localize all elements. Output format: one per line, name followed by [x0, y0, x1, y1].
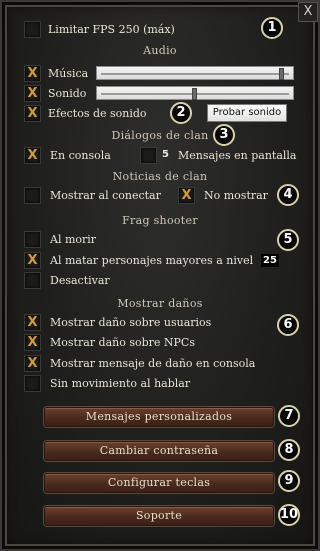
- clan-messages-label: Mensajes en pantalla: [178, 149, 297, 162]
- damage-section-title: Mostrar daños: [117, 297, 203, 310]
- fps-limit-checkbox[interactable]: [24, 21, 41, 38]
- damage-users-checkbox[interactable]: X: [24, 314, 41, 331]
- annotation-badge-7: 7: [278, 405, 300, 427]
- sound-effects-label: Efectos de sonido: [48, 107, 147, 120]
- clan-console-label: En consola: [50, 149, 111, 162]
- damage-users-label: Mostrar daño sobre usuarios: [50, 316, 212, 329]
- close-icon[interactable]: X: [298, 2, 318, 22]
- annotation-badge-3: 3: [213, 124, 235, 146]
- show-on-connect-label: Mostrar al conectar: [50, 189, 161, 202]
- frag-disable-label: Desactivar: [50, 274, 110, 287]
- annotation-badge-4: 4: [277, 184, 299, 206]
- sound-label: Sonido: [48, 87, 87, 100]
- audio-section-title: Audio: [143, 44, 177, 57]
- frag-on-death-checkbox[interactable]: [24, 231, 41, 248]
- frag-on-kill-label: Al matar personajes mayores a nivel: [50, 254, 254, 267]
- no-move-talking-label: Sin movimiento al hablar: [50, 377, 191, 390]
- frag-disable-checkbox[interactable]: [24, 272, 41, 289]
- dont-show-checkbox[interactable]: X: [178, 187, 195, 204]
- frag-level-input[interactable]: 25: [261, 254, 279, 267]
- damage-npcs-checkbox[interactable]: X: [24, 334, 41, 351]
- test-sound-button[interactable]: Probar sonido: [207, 104, 287, 122]
- configure-keys-button[interactable]: Configurar teclas: [44, 473, 274, 493]
- annotation-badge-1: 1: [261, 17, 283, 39]
- damage-console-checkbox[interactable]: X: [24, 355, 41, 372]
- music-label: Música: [48, 67, 89, 80]
- music-checkbox[interactable]: X: [24, 65, 41, 82]
- sound-volume-slider[interactable]: [96, 86, 294, 100]
- clan-dialogs-section-title: Diálogos de clan: [111, 129, 209, 142]
- annotation-badge-10: 10: [278, 504, 300, 526]
- frag-shooter-section-title: Frag shooter: [122, 214, 198, 227]
- support-button[interactable]: Soporte: [44, 506, 274, 526]
- frag-on-death-label: Al morir: [50, 233, 97, 246]
- fps-limit-label: Limitar FPS 250 (máx): [48, 23, 175, 36]
- damage-npcs-label: Mostrar daño sobre NPCs: [50, 336, 195, 349]
- frag-on-kill-checkbox[interactable]: X: [24, 252, 41, 269]
- custom-messages-button[interactable]: Mensajes personalizados: [44, 407, 274, 427]
- clan-message-count[interactable]: 5: [162, 149, 169, 160]
- annotation-badge-5: 5: [277, 229, 299, 251]
- clan-message-count-box[interactable]: [140, 147, 157, 164]
- no-move-talking-checkbox[interactable]: [24, 375, 41, 392]
- clan-console-checkbox[interactable]: X: [24, 147, 41, 164]
- show-on-connect-checkbox[interactable]: [24, 187, 41, 204]
- annotation-badge-2: 2: [170, 102, 192, 124]
- annotation-badge-9: 9: [278, 470, 300, 492]
- dont-show-label: No mostrar: [204, 189, 268, 202]
- annotation-badge-6: 6: [277, 314, 299, 336]
- music-volume-slider[interactable]: [96, 66, 294, 80]
- change-password-button[interactable]: Cambiar contraseña: [44, 441, 274, 461]
- clan-news-section-title: Noticias de clan: [112, 170, 208, 183]
- sound-checkbox[interactable]: X: [24, 85, 41, 102]
- annotation-badge-8: 8: [278, 439, 300, 461]
- damage-console-label: Mostrar mensaje de daño en consola: [50, 357, 256, 370]
- sound-effects-checkbox[interactable]: X: [24, 105, 41, 122]
- options-window: [0, 0, 320, 551]
